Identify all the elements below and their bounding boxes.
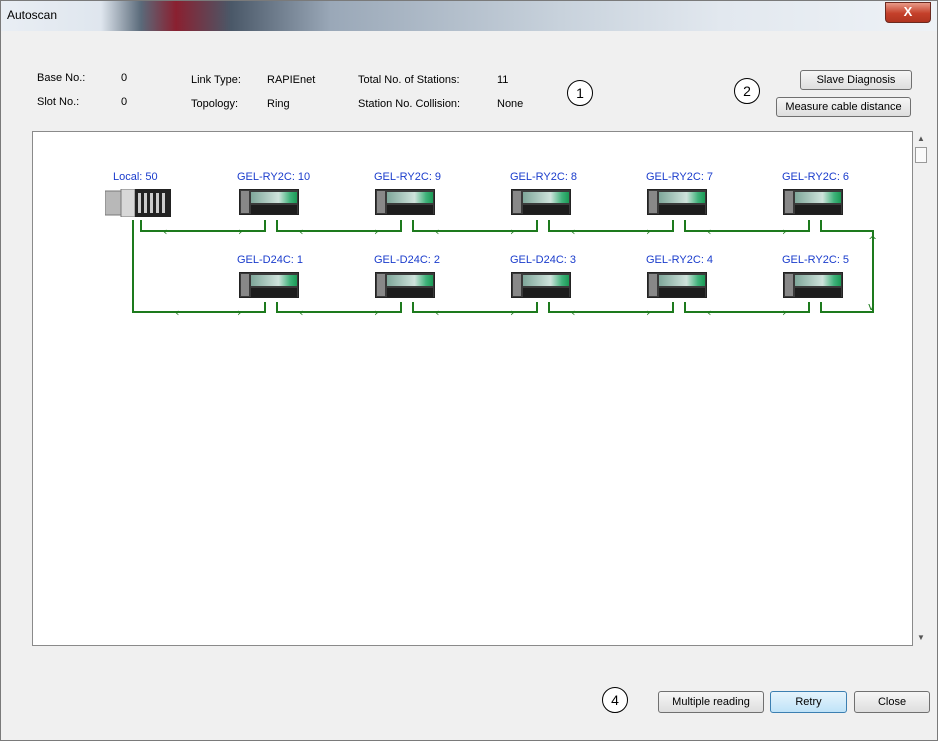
- svg-text:›: ›: [374, 306, 378, 319]
- base-no-label: Base No.:: [37, 72, 86, 84]
- svg-text:‹: ‹: [175, 306, 179, 319]
- station-label-r2-3: GEL-D24C: 3: [510, 254, 577, 266]
- station-label-r2-5: GEL-RY2C: 5: [782, 254, 850, 266]
- svg-text:›: ›: [510, 225, 514, 238]
- svg-text:‹: ‹: [163, 225, 167, 238]
- callout-4: 4: [602, 687, 628, 713]
- link-type-label: Link Type:: [191, 74, 241, 86]
- station-label-r2-4: GEL-RY2C: 4: [646, 254, 714, 266]
- window-close-button[interactable]: X: [885, 2, 931, 23]
- topology-label: Topology:: [191, 98, 239, 110]
- autoscan-window: Autoscan X Base No.: 0 Slot No.: 0 Link …: [0, 0, 938, 741]
- title-bar[interactable]: Autoscan X: [1, 1, 937, 31]
- station-module-r2-5[interactable]: [783, 272, 843, 298]
- callout-1: 1: [567, 80, 593, 106]
- retry-button[interactable]: Retry: [770, 691, 847, 713]
- station-label-r1-1: GEL-RY2C: 10: [237, 171, 311, 183]
- total-stations-value: 11: [497, 74, 509, 86]
- svg-text:‹: ‹: [299, 225, 303, 238]
- svg-text:›: ›: [646, 225, 650, 238]
- base-no-value: 0: [121, 72, 128, 84]
- svg-text:^: ^: [868, 234, 877, 247]
- station-module-r2-4[interactable]: [647, 272, 707, 298]
- svg-text:›: ›: [782, 306, 786, 319]
- close-button[interactable]: Close: [854, 691, 930, 713]
- station-module-r1-4[interactable]: [647, 189, 707, 215]
- scroll-thumb[interactable]: [915, 147, 927, 163]
- svg-text:‹: ‹: [435, 306, 439, 319]
- collision-value: None: [497, 98, 524, 110]
- slot-no-label: Slot No.:: [37, 96, 80, 108]
- station-module-r2-3[interactable]: [511, 272, 571, 298]
- topology-canvas[interactable]: ‹ › ‹ › ‹ › ‹ › ‹ › ‹ › ‹ › ‹ › ‹ › ‹ › ^ v Local:…: [32, 131, 913, 646]
- collision-label: Station No. Collision:: [358, 98, 461, 110]
- station-module-r1-3[interactable]: [511, 189, 571, 215]
- svg-text:‹: ‹: [299, 306, 303, 319]
- station-module-r1-5[interactable]: [783, 189, 843, 215]
- station-label-r2-2: GEL-D24C: 2: [374, 254, 441, 266]
- svg-text:›: ›: [782, 225, 786, 238]
- svg-text:›: ›: [374, 225, 378, 238]
- svg-text:‹: ‹: [571, 306, 575, 319]
- scroll-down-icon[interactable]: ▼: [917, 633, 925, 642]
- station-label-r1-5: GEL-RY2C: 6: [782, 171, 850, 183]
- station-module-r2-1[interactable]: [239, 272, 299, 298]
- multiple-reading-button[interactable]: Multiple reading: [658, 691, 764, 713]
- callout-2: 2: [734, 78, 760, 104]
- link-type-value: RAPIEnet: [267, 74, 316, 86]
- slot-no-value: 0: [121, 96, 128, 108]
- total-stations-label: Total No. of Stations:: [358, 74, 460, 86]
- scroll-up-icon[interactable]: ▲: [917, 134, 925, 143]
- svg-text:‹: ‹: [707, 306, 711, 319]
- svg-text:›: ›: [510, 306, 514, 319]
- plc-icon[interactable]: [104, 188, 171, 218]
- svg-text:›: ›: [237, 306, 241, 319]
- svg-text:‹: ‹: [707, 225, 711, 238]
- station-module-r1-1[interactable]: [239, 189, 299, 215]
- measure-cable-distance-button[interactable]: Measure cable distance: [776, 97, 911, 117]
- slave-diagnosis-button[interactable]: Slave Diagnosis: [800, 70, 912, 90]
- window-title: Autoscan: [7, 8, 58, 22]
- local-station-label: Local: 50: [113, 171, 158, 183]
- svg-text:›: ›: [238, 225, 242, 238]
- svg-text:‹: ‹: [571, 225, 575, 238]
- station-module-r2-2[interactable]: [375, 272, 435, 298]
- station-label-r2-1: GEL-D24C: 1: [237, 254, 304, 266]
- svg-text:‹: ‹: [435, 225, 439, 238]
- station-label-r1-3: GEL-RY2C: 8: [510, 171, 578, 183]
- svg-text:v: v: [868, 300, 875, 313]
- station-label-r1-2: GEL-RY2C: 9: [374, 171, 442, 183]
- topology-value: Ring: [267, 98, 290, 110]
- vertical-scrollbar[interactable]: ▲ ▼: [913, 131, 930, 646]
- station-module-r1-2[interactable]: [375, 189, 435, 215]
- station-label-r1-4: GEL-RY2C: 7: [646, 171, 714, 183]
- svg-text:›: ›: [646, 306, 650, 319]
